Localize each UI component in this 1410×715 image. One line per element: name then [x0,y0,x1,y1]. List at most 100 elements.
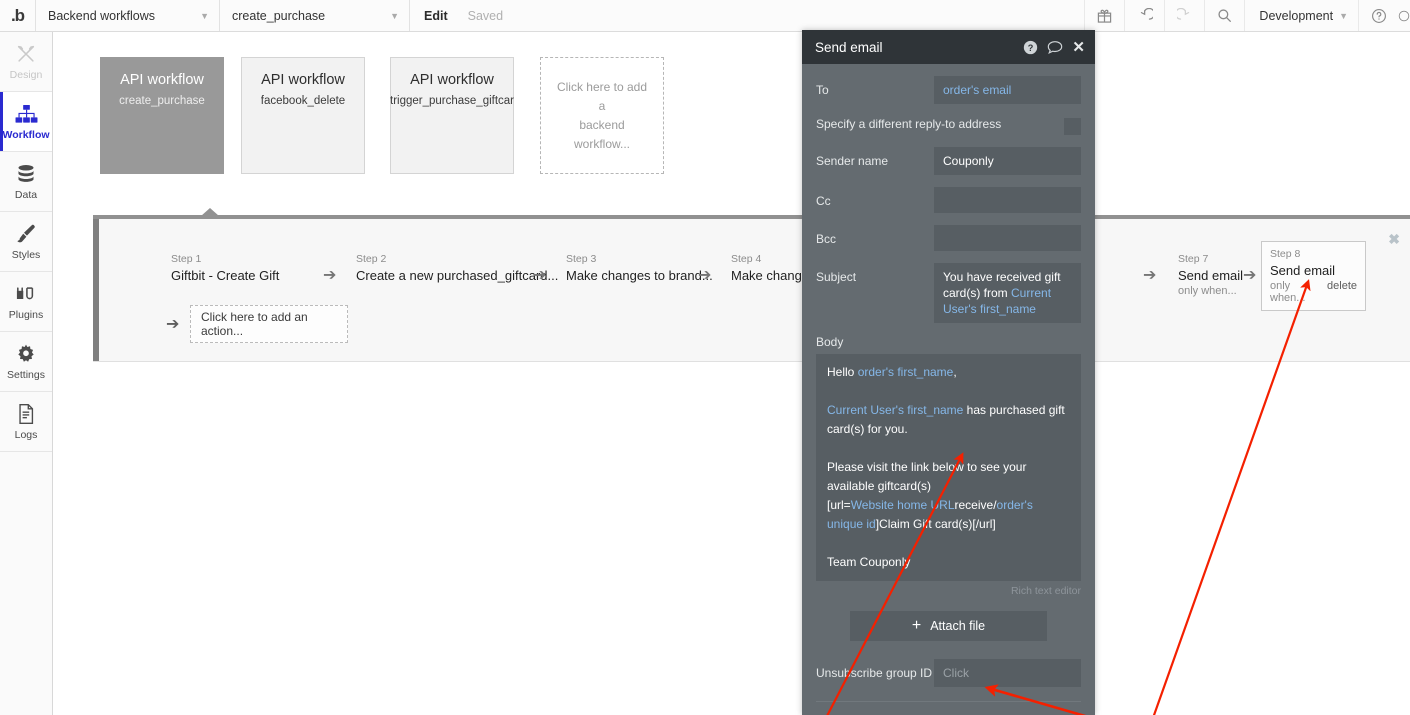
add-action-arrow-icon: ➔ [166,316,180,333]
step-name: Giftbit - Create Gift [171,268,280,283]
close-icon[interactable]: ✕ [1072,38,1085,56]
bubble-logo-glyph: .b [10,5,25,25]
sender-name-label: Sender name [816,154,889,168]
workflow-dropdown[interactable]: create_purchase ▼ [220,0,410,31]
body-line-5: Team Couponly [827,555,911,569]
body-url-close: ]Claim Gift card(s)[/url] [875,517,996,531]
to-label: To [816,83,829,97]
step-number: Step 8 [1270,248,1301,260]
sidebar-item-plugins[interactable]: Plugins [0,272,52,332]
step-name: Send email [1178,268,1244,283]
plugins-icon [15,282,37,306]
attach-file-label: Attach file [930,619,986,633]
chevron-down-icon: ▼ [200,10,209,21]
unsubscribe-label: Unsubscribe group ID [816,666,933,680]
workflow-canvas: API workflow create_purchase API workflo… [53,32,1410,715]
search-icon[interactable] [1204,0,1244,31]
svg-text:?: ? [1028,42,1034,52]
subject-input[interactable]: You have received gift card(s) from Curr… [934,263,1081,323]
undo-icon[interactable] [1124,0,1164,31]
to-input[interactable]: order's email [934,76,1081,104]
body-editor[interactable]: Hello order's first_name, Current User's… [816,354,1081,581]
rich-text-editor-note: Rich text editor [1010,585,1081,597]
sidebar-item-workflow[interactable]: Workflow [0,92,52,152]
chevron-down-icon: ▼ [1339,10,1348,21]
bcc-label: Bcc [816,232,837,246]
add-action-button[interactable]: Click here to add an action... [190,305,348,343]
sender-name-input[interactable]: Couponly [934,147,1081,175]
sidebar-item-logs[interactable]: Logs [0,392,52,452]
workflow-card-trigger-purchase-giftcard[interactable]: API workflow trigger_purchase_giftcar [390,57,514,174]
step-arrow-icon: ➔ [323,267,337,284]
version-label: Development [1259,8,1334,23]
step-arrow-icon: ➔ [1143,267,1157,284]
app-section-dropdown[interactable]: Backend workflows ▼ [36,0,220,31]
body-greeting-dynamic: order's first_name [857,365,954,379]
steps-panel-edge [93,219,99,361]
body-url-path: receive/ [954,498,997,512]
step-arrow-icon: ➔ [1243,267,1257,284]
body-line-3: Please visit the link below to see your … [827,460,1027,493]
attach-file-button[interactable]: + Attach file [850,611,1047,641]
body-url-dynamic-home: Website home URL [850,498,955,512]
workflow-dropdown-label: create_purchase [232,8,326,23]
sender-name-row: Sender name Couponly [816,147,1081,175]
reply-to-checkbox[interactable] [1064,118,1081,135]
gift-icon[interactable] [1084,0,1124,31]
sidebar-item-settings[interactable]: Settings [0,332,52,392]
body-label: Body [816,335,844,349]
step-delete-button[interactable]: delete [1327,280,1357,292]
workflow-card-facebook-delete[interactable]: API workflow facebook_delete [241,57,365,174]
body-purchaser-dynamic: Current User's first_name [827,403,964,417]
add-backend-workflow-card[interactable]: Click here to add a backend workflow... [540,57,664,174]
step-1[interactable]: Step 1 Giftbit - Create Gift [163,247,287,289]
step-7[interactable]: Step 7 Send email only when... [1170,247,1251,303]
version-dropdown[interactable]: Development ▼ [1244,0,1358,31]
plus-icon: + [911,617,922,634]
bcc-input[interactable] [934,225,1081,251]
edit-button[interactable]: Edit [410,0,458,31]
body-line-2: Current User's first_name has purchased … [827,401,1070,439]
body-greeting-comma: , [953,365,957,379]
steps-panel-close-icon[interactable]: ✖ [1388,231,1400,248]
app-section-label: Backend workflows [48,8,155,23]
sidebar-item-design[interactable]: Design [0,32,52,92]
step-3[interactable]: Step 3 Make changes to brand... [558,247,721,289]
sidebar-label-plugins: Plugins [8,309,44,321]
step-8[interactable]: Step 8 Send email only when... delete [1261,241,1366,311]
body-url-open: [url= [827,498,851,512]
step-arrow-icon: ➔ [533,267,547,284]
step-arrow-icon: ➔ [698,267,712,284]
document-icon [16,402,36,426]
app-root: .b Backend workflows ▼ create_purchase ▼… [0,0,1410,715]
workflow-tree-icon [15,102,38,126]
body-blank-1 [827,382,1070,401]
subject-row: Subject You have received gift card(s) f… [816,263,1081,323]
reply-to-label: Specify a different reply-to address [816,117,1002,131]
cc-row: Cc [816,187,1081,213]
redo-icon[interactable] [1164,0,1204,31]
unsubscribe-input[interactable]: Click [934,659,1081,687]
to-dynamic-value: order's email [943,83,1012,97]
toolbar-overflow[interactable] [1398,0,1410,31]
cc-label: Cc [816,194,831,208]
bcc-row: Bcc [816,225,1081,251]
step-condition: only when... [1270,280,1306,304]
panel-header: Send email ? ✕ [802,30,1095,64]
sender-name-value: Couponly [943,154,994,168]
comment-icon[interactable] [1047,40,1063,55]
step-condition: only when... [1178,285,1237,297]
design-tools-icon [15,42,37,66]
step-name: Create a new purchased_giftcard... [356,268,559,283]
sidebar-label-data: Data [14,189,38,201]
workflow-card-create-purchase[interactable]: API workflow create_purchase [100,57,224,174]
bubble-logo[interactable]: .b [0,0,36,31]
help-icon[interactable]: ? [1023,40,1038,55]
database-icon [15,162,37,186]
body-line-1: Hello order's first_name, [827,363,1070,382]
sidebar-item-styles[interactable]: Styles [0,212,52,272]
sidebar-item-data[interactable]: Data [0,152,52,212]
cc-input[interactable] [934,187,1081,213]
help-circle-icon[interactable] [1358,0,1398,31]
sidebar-label-design: Design [9,69,43,81]
